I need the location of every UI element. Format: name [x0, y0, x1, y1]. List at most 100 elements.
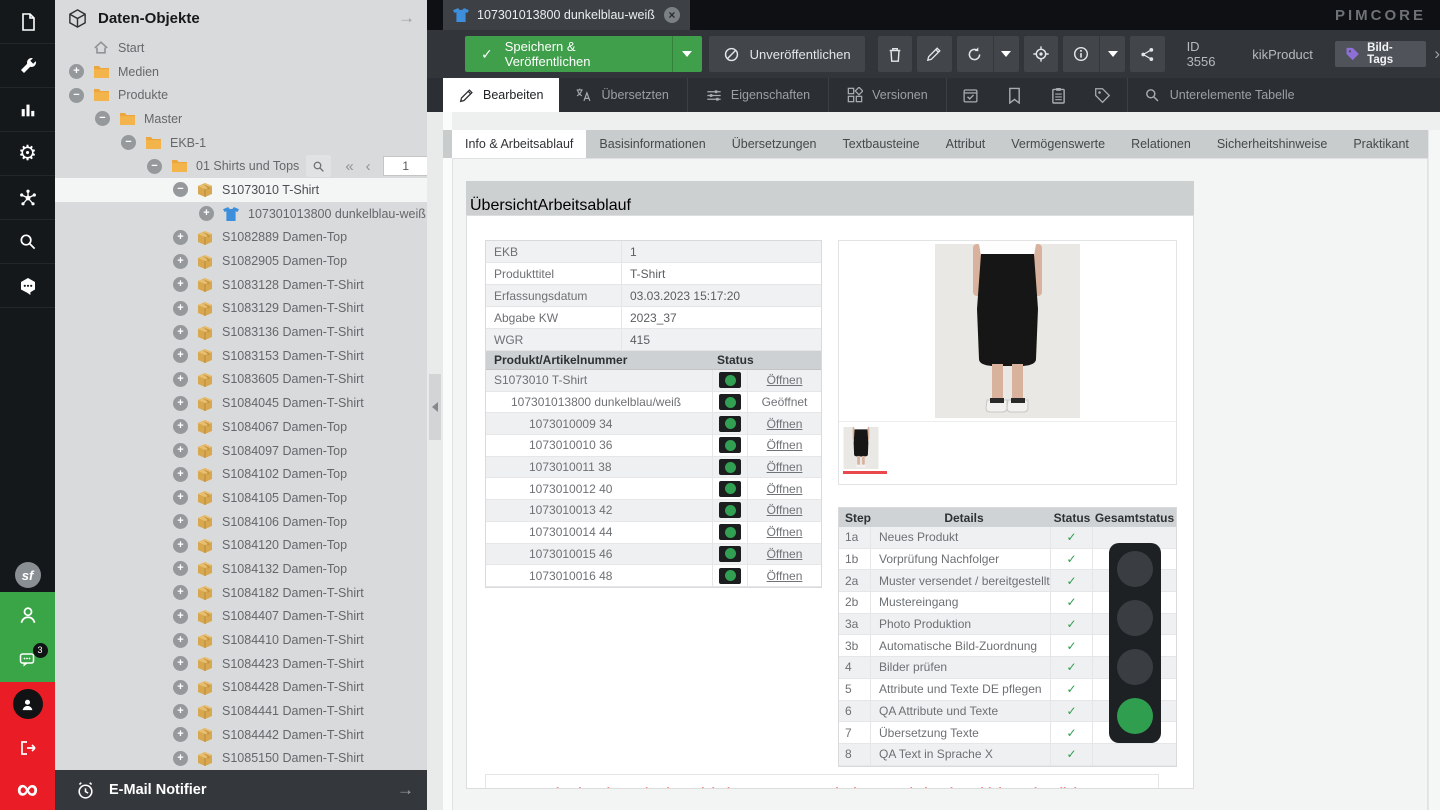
tree-expander-icon[interactable]: +: [173, 585, 188, 600]
content-tab[interactable]: Vermögenswerte: [998, 130, 1118, 158]
email-notifier-bar[interactable]: E-Mail Notifier →: [55, 770, 427, 810]
account-icon[interactable]: [0, 682, 55, 726]
settings-gear-icon[interactable]: ⚙: [0, 132, 55, 176]
documents-icon[interactable]: [0, 0, 55, 44]
tree-item[interactable]: − EKB-1: [55, 131, 427, 155]
content-tab[interactable]: Sicherheitshinweise: [1204, 130, 1340, 158]
tree-item[interactable]: + S1084428 Damen-T-Shirt: [55, 676, 427, 700]
subelements-search[interactable]: Unterelemente Tabelle: [1130, 78, 1309, 112]
tree-expander-icon[interactable]: +: [173, 633, 188, 648]
tree-expander-icon[interactable]: +: [173, 656, 188, 671]
tab-versionen[interactable]: Versionen: [831, 78, 944, 112]
tree-expander-icon[interactable]: +: [173, 301, 188, 316]
tree-item[interactable]: − 01 Shirts und Tops «: [55, 154, 427, 178]
tab-bearbeiten[interactable]: Bearbeiten: [443, 78, 559, 112]
open-link[interactable]: Öffnen: [747, 413, 821, 434]
schedule-calendar-icon[interactable]: [949, 78, 993, 112]
tree-item[interactable]: + S1084097 Damen-Top: [55, 439, 427, 463]
page-prev-button[interactable]: ‹: [366, 159, 371, 174]
notifications-chat-icon[interactable]: 3: [0, 637, 55, 682]
tree-item[interactable]: + S1084442 Damen-T-Shirt: [55, 723, 427, 747]
tree-item[interactable]: + S1084045 Damen-T-Shirt: [55, 391, 427, 415]
tree-item[interactable]: + S1084102 Damen-Top: [55, 462, 427, 486]
clipboard-icon[interactable]: [1037, 78, 1081, 112]
tree-item[interactable]: + S1085150 Damen-T-Shirt: [55, 747, 427, 771]
content-tab[interactable]: Basisinformationen: [586, 130, 718, 158]
tree-item[interactable]: + S1083153 Damen-T-Shirt: [55, 344, 427, 368]
image-thumbnail[interactable]: [843, 427, 1176, 474]
content-tab[interactable]: Textbausteine: [830, 130, 933, 158]
open-link[interactable]: Öffnen: [747, 457, 821, 478]
tree-item[interactable]: + S1084410 Damen-T-Shirt: [55, 628, 427, 652]
bookmark-icon[interactable]: [993, 78, 1037, 112]
page-first-button[interactable]: «: [345, 159, 353, 174]
tree-expander-icon[interactable]: +: [173, 372, 188, 387]
unpublish-button[interactable]: Unveröffentlichen: [709, 36, 865, 72]
tab-close-icon[interactable]: ×: [664, 7, 680, 23]
open-link[interactable]: Öffnen: [747, 435, 821, 456]
reload-dropdown-caret[interactable]: [993, 36, 1019, 72]
tree-expander-icon[interactable]: +: [173, 514, 188, 529]
rename-button[interactable]: [917, 36, 952, 72]
tags-icon[interactable]: [1081, 78, 1125, 112]
open-link[interactable]: Öffnen: [747, 565, 821, 586]
delete-button[interactable]: [878, 36, 913, 72]
tree-expander-icon[interactable]: +: [173, 277, 188, 292]
tree-expander-icon[interactable]: −: [173, 182, 188, 197]
tree-item[interactable]: + S1084067 Damen-Top: [55, 415, 427, 439]
tree-item[interactable]: + Medien: [55, 60, 427, 84]
tree-expander-icon[interactable]: +: [173, 443, 188, 458]
panel-collapse-arrow[interactable]: →: [398, 8, 415, 28]
save-publish-button[interactable]: ✓ Speichern & Veröffentlichen: [465, 36, 702, 72]
splitter-handle[interactable]: [429, 374, 441, 440]
tree-item[interactable]: + S1084407 Damen-T-Shirt: [55, 605, 427, 629]
tree-item[interactable]: + S1083605 Damen-T-Shirt: [55, 368, 427, 392]
tab-eigenschaften[interactable]: Eigenschaften: [690, 78, 826, 112]
pimcore-chat-icon[interactable]: [0, 264, 55, 308]
tree-expander-icon[interactable]: +: [173, 751, 188, 766]
tree-item[interactable]: − Master: [55, 107, 427, 131]
tree-expander-icon[interactable]: +: [173, 325, 188, 340]
tree-expander-icon[interactable]: −: [147, 159, 162, 174]
tree-item[interactable]: + S1084120 Damen-Top: [55, 533, 427, 557]
tree-expander-icon[interactable]: +: [173, 419, 188, 434]
info-dropdown-caret[interactable]: [1099, 36, 1125, 72]
share-button[interactable]: [1130, 36, 1165, 72]
open-link[interactable]: Öffnen: [747, 522, 821, 543]
user-profile-icon[interactable]: [0, 592, 55, 637]
content-tab[interactable]: Relationen: [1118, 130, 1204, 158]
tree-expander-icon[interactable]: +: [173, 230, 188, 245]
tab-uebersetzten[interactable]: Übersetzten: [559, 78, 684, 112]
save-dropdown-caret[interactable]: [672, 36, 702, 72]
inner-tab[interactable]: Übersicht: [470, 197, 538, 215]
tree-expander-icon[interactable]: +: [173, 254, 188, 269]
tree-expander-icon[interactable]: +: [173, 467, 188, 482]
symfony-logo[interactable]: sf: [0, 558, 55, 592]
tree-item[interactable]: − Produkte: [55, 83, 427, 107]
tree-item[interactable]: + S1084441 Damen-T-Shirt: [55, 699, 427, 723]
tree-expander-icon[interactable]: +: [173, 561, 188, 576]
reports-chart-icon[interactable]: [0, 88, 55, 132]
locate-in-tree-button[interactable]: [1024, 36, 1059, 72]
tree-item[interactable]: + S1083136 Damen-T-Shirt: [55, 320, 427, 344]
tree-item[interactable]: + S1082905 Damen-Top: [55, 249, 427, 273]
content-tab[interactable]: Praktikant: [1340, 130, 1422, 158]
open-link[interactable]: Öffnen: [747, 370, 821, 391]
open-link[interactable]: Öffnen: [747, 544, 821, 565]
tree-expander-icon[interactable]: +: [173, 490, 188, 505]
tools-wrench-icon[interactable]: [0, 44, 55, 88]
inner-tab[interactable]: Arbeitsablauf: [538, 197, 631, 215]
tree-expander-icon[interactable]: +: [199, 206, 214, 221]
tree-item[interactable]: + S1084423 Damen-T-Shirt: [55, 652, 427, 676]
tree-expander-icon[interactable]: +: [173, 704, 188, 719]
tree-item[interactable]: + S1083129 Damen-T-Shirt: [55, 297, 427, 321]
tree-item[interactable]: + 107301013800 dunkelblau-weiß: [55, 202, 427, 226]
image-tags-pill[interactable]: Bild-Tags: [1335, 41, 1426, 67]
tree-item[interactable]: + S1084182 Damen-T-Shirt: [55, 581, 427, 605]
panel-splitter[interactable]: [427, 112, 443, 810]
tree-expander-icon[interactable]: +: [69, 64, 84, 79]
content-scrollbar[interactable]: [1428, 130, 1440, 810]
tree-item[interactable]: + S1083128 Damen-T-Shirt: [55, 273, 427, 297]
network-hub-icon[interactable]: [0, 176, 55, 220]
toolbar-overflow-chevron[interactable]: ›: [1434, 44, 1440, 64]
